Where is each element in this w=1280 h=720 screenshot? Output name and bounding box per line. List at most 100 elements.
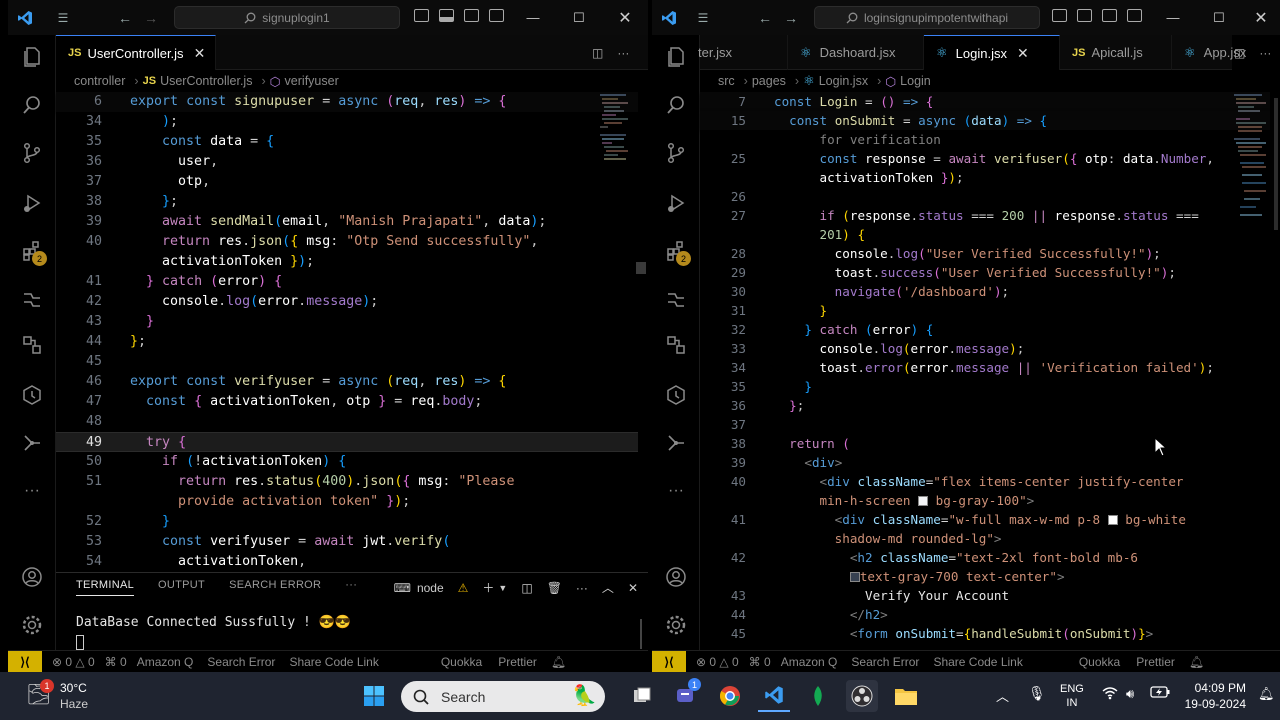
- trash-icon[interactable]: 🗑: [547, 581, 562, 595]
- more-icon[interactable]: ···: [664, 479, 688, 503]
- toggle-panel-icon[interactable]: [1077, 9, 1092, 22]
- windows-start-icon[interactable]: [358, 680, 390, 712]
- show-hidden-icons-chevron[interactable]: ︿: [996, 686, 1009, 705]
- accounts-icon[interactable]: [20, 565, 44, 589]
- toggle-sidebar-icon[interactable]: [1052, 9, 1067, 22]
- editor-scrollbar-thumb[interactable]: [1274, 98, 1278, 230]
- chevron-down-icon[interactable]: ▼: [498, 583, 507, 593]
- tab-dashoard-jsx[interactable]: ⚛ Dashoard.jsx: [788, 35, 924, 70]
- terminal-scrollbar[interactable]: [640, 619, 642, 649]
- notifications-bell-icon[interactable]: 🔔︎: [1189, 655, 1204, 669]
- explorer-icon[interactable]: [20, 45, 44, 69]
- testing-icon[interactable]: [20, 333, 44, 357]
- customize-layout-icon[interactable]: [489, 9, 504, 22]
- status-share-code-link[interactable]: Share Code Link: [933, 655, 1022, 669]
- toggle-secondary-sidebar-icon[interactable]: [464, 9, 479, 22]
- git-graph-icon[interactable]: [664, 431, 688, 455]
- breadcrumb-folder[interactable]: controller: [74, 74, 125, 88]
- toggle-secondary-sidebar-icon[interactable]: [1102, 9, 1117, 22]
- more-actions-icon[interactable]: ···: [576, 581, 588, 595]
- breadcrumb-file[interactable]: Login.jsx: [819, 74, 868, 88]
- menu-icon[interactable]: ☰: [686, 0, 720, 35]
- testing-icon[interactable]: [664, 333, 688, 357]
- maximize-button[interactable]: ☐: [556, 0, 602, 35]
- status-errors[interactable]: ⊗ 0 △ 0: [52, 655, 95, 669]
- timeline-icon[interactable]: [20, 383, 44, 407]
- new-terminal-icon[interactable]: ＋: [482, 579, 494, 596]
- minimize-button[interactable]: —: [1150, 0, 1196, 35]
- toggle-panel-icon[interactable]: [439, 9, 454, 22]
- search-icon[interactable]: [20, 93, 44, 117]
- breadcrumb-folder-src[interactable]: src: [718, 74, 735, 88]
- menu-icon[interactable]: ☰: [46, 0, 80, 35]
- source-control-icon[interactable]: [664, 141, 688, 165]
- more-actions-icon[interactable]: ···: [1259, 46, 1271, 60]
- forward-arrow-icon[interactable]: →: [774, 0, 808, 35]
- tab-usercontroller[interactable]: JS UserController.js ✕: [56, 35, 216, 70]
- customize-layout-icon[interactable]: [1127, 9, 1142, 22]
- status-prettier[interactable]: Prettier: [1136, 655, 1175, 669]
- status-search-error[interactable]: Search Error: [851, 655, 919, 669]
- clock[interactable]: 04:09 PM 19-09-2024: [1178, 680, 1246, 712]
- accounts-icon[interactable]: [664, 565, 688, 589]
- status-amazon-q[interactable]: Amazon Q: [137, 655, 194, 669]
- language-indicator[interactable]: ENG IN: [1060, 682, 1084, 710]
- status-prettier[interactable]: Prettier: [498, 655, 537, 669]
- breadcrumb-symbol[interactable]: verifyuser: [285, 74, 339, 88]
- command-center-search[interactable]: loginsignupimpotentwithapi: [814, 6, 1040, 29]
- status-errors[interactable]: ⊗ 0 △ 0: [696, 655, 739, 669]
- tab-search-error[interactable]: SEARCH ERROR: [229, 579, 321, 596]
- explorer-icon[interactable]: [664, 45, 688, 69]
- split-editor-icon[interactable]: ◫: [1234, 46, 1245, 60]
- obs-icon[interactable]: [846, 680, 878, 712]
- breadcrumb-file[interactable]: UserController.js: [160, 74, 252, 88]
- wifi-icon[interactable]: [1102, 686, 1118, 703]
- command-center-search[interactable]: signuplogin1: [174, 6, 400, 29]
- notification-center-icon[interactable]: 🔔︎: [1258, 686, 1275, 702]
- timeline-icon[interactable]: [664, 383, 688, 407]
- split-editor-icon[interactable]: ◫: [592, 46, 603, 60]
- microphone-icon[interactable]: 🎙︎: [1028, 685, 1046, 702]
- status-quokka[interactable]: Quokka: [441, 655, 482, 669]
- toggle-sidebar-icon[interactable]: [414, 9, 429, 22]
- close-panel-icon[interactable]: ✕: [628, 581, 638, 595]
- maximize-button[interactable]: ☐: [1196, 0, 1242, 35]
- search-icon[interactable]: [664, 93, 688, 117]
- breadcrumb-folder-pages[interactable]: pages: [752, 74, 786, 88]
- status-ports[interactable]: ⌘ 0: [749, 655, 771, 669]
- remote-indicator-icon[interactable]: ⟩⟨: [652, 650, 686, 672]
- status-search-error[interactable]: Search Error: [207, 655, 275, 669]
- remote-indicator-icon[interactable]: ⟩⟨: [8, 650, 42, 672]
- code-editor[interactable]: 7 const Login = () => { 15 const onSubmit…: [700, 92, 1270, 648]
- minimap[interactable]: [1232, 92, 1266, 232]
- maximize-panel-icon[interactable]: ︿: [602, 579, 614, 596]
- run-debug-icon[interactable]: [664, 191, 688, 215]
- tab-ter-jsx[interactable]: ter.jsx: [686, 35, 788, 70]
- editor-scrollbar-thumb[interactable]: [636, 262, 646, 274]
- status-ports[interactable]: ⌘ 0: [105, 655, 127, 669]
- settings-gear-icon[interactable]: [664, 613, 688, 637]
- breadcrumb-symbol[interactable]: Login: [900, 74, 931, 88]
- task-view-icon[interactable]: [626, 680, 658, 712]
- weather-temperature[interactable]: 30°C: [60, 681, 87, 695]
- forward-arrow-icon[interactable]: →: [134, 0, 168, 35]
- tab-login-jsx[interactable]: ⚛ Login.jsx ✕: [924, 35, 1060, 70]
- taskbar-search-box[interactable]: Search 🦜: [401, 681, 605, 712]
- split-terminal-icon[interactable]: ◫: [521, 581, 532, 595]
- status-amazon-q[interactable]: Amazon Q: [781, 655, 838, 669]
- remote-explorer-icon[interactable]: [20, 287, 44, 311]
- tab-apicall-js[interactable]: JS Apicall.js: [1060, 35, 1172, 70]
- weather-description[interactable]: Haze: [60, 697, 88, 711]
- close-window-button[interactable]: ✕: [1238, 0, 1280, 35]
- status-quokka[interactable]: Quokka: [1079, 655, 1120, 669]
- minimize-button[interactable]: —: [510, 0, 556, 35]
- file-explorer-icon[interactable]: [890, 680, 922, 712]
- more-actions-icon[interactable]: ···: [617, 46, 629, 60]
- close-tab-icon[interactable]: ✕: [1017, 45, 1029, 62]
- remote-explorer-icon[interactable]: [664, 287, 688, 311]
- mongodb-compass-icon[interactable]: [802, 680, 834, 712]
- settings-gear-icon[interactable]: [20, 613, 44, 637]
- run-debug-icon[interactable]: [20, 191, 44, 215]
- volume-icon[interactable]: 🔊︎: [1126, 686, 1134, 702]
- close-window-button[interactable]: ✕: [602, 0, 648, 35]
